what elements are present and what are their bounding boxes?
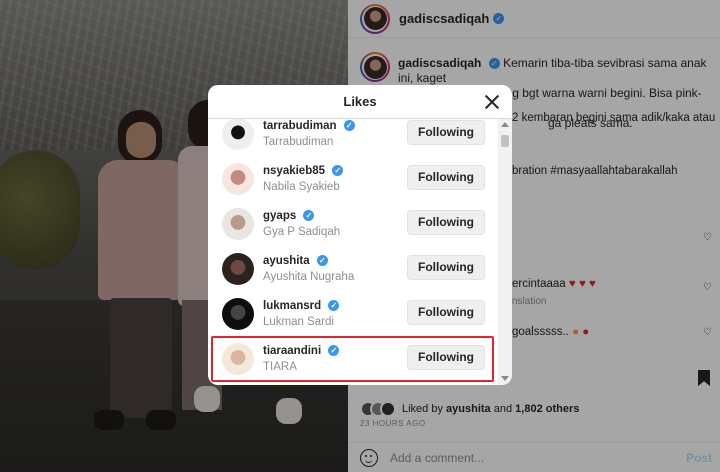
like-row: gyaps ✓ Gya P Sadiqah Following	[208, 202, 498, 247]
verified-badge-icon: ✓	[303, 210, 315, 222]
following-button[interactable]: Following	[407, 120, 485, 145]
like-username[interactable]: tarrabudiman ✓	[263, 120, 355, 132]
following-button[interactable]: Following	[407, 165, 485, 190]
like-full-name: Ayushita Nugraha	[263, 271, 355, 283]
instagram-post-view: gadiscsadiqah ✓ gadiscsadiqah ✓ Kemarin …	[0, 0, 720, 472]
likes-modal-header: Likes	[208, 85, 512, 119]
following-button[interactable]: Following	[407, 210, 485, 235]
like-row: ayushita ✓ Ayushita Nugraha Following	[208, 247, 498, 292]
like-row: tarrabudiman ✓ Tarrabudiman Following	[208, 119, 498, 157]
close-icon[interactable]	[484, 94, 500, 110]
scroll-up-arrow-icon[interactable]	[501, 122, 509, 127]
like-username[interactable]: ayushita ✓	[263, 255, 328, 267]
like-row: nsyakieb85 ✓ Nabila Syakieb Following	[208, 157, 498, 202]
like-username[interactable]: nsyakieb85 ✓	[263, 165, 344, 177]
like-full-name: Lukman Sardi	[263, 316, 334, 328]
like-username[interactable]: gyaps ✓	[263, 210, 315, 222]
likes-modal: Likes tarrabudiman ✓ Tarrabudiman Follow…	[208, 85, 512, 385]
scroll-thumb[interactable]	[501, 135, 509, 147]
user-avatar[interactable]	[222, 119, 254, 150]
verified-badge-icon: ✓	[343, 120, 355, 132]
highlight-box	[211, 336, 494, 382]
following-button[interactable]: Following	[407, 300, 485, 325]
verified-badge-icon: ✓	[328, 300, 340, 312]
like-username[interactable]: lukmansrd ✓	[263, 300, 340, 312]
likes-scrollbar[interactable]	[498, 119, 512, 385]
following-button[interactable]: Following	[407, 255, 485, 280]
like-full-name: Gya P Sadiqah	[263, 226, 341, 238]
verified-badge-icon: ✓	[332, 165, 344, 177]
likes-list[interactable]: tarrabudiman ✓ Tarrabudiman Following ns…	[208, 119, 512, 385]
user-avatar[interactable]	[222, 253, 254, 285]
verified-badge-icon: ✓	[316, 255, 328, 267]
user-avatar[interactable]	[222, 163, 254, 195]
like-row: lukmansrd ✓ Lukman Sardi Following	[208, 292, 498, 337]
likes-modal-title: Likes	[343, 94, 377, 109]
user-avatar[interactable]	[222, 298, 254, 330]
like-full-name: Nabila Syakieb	[263, 181, 340, 193]
scroll-down-arrow-icon[interactable]	[501, 376, 509, 381]
like-full-name: Tarrabudiman	[263, 136, 334, 148]
user-avatar[interactable]	[222, 208, 254, 240]
